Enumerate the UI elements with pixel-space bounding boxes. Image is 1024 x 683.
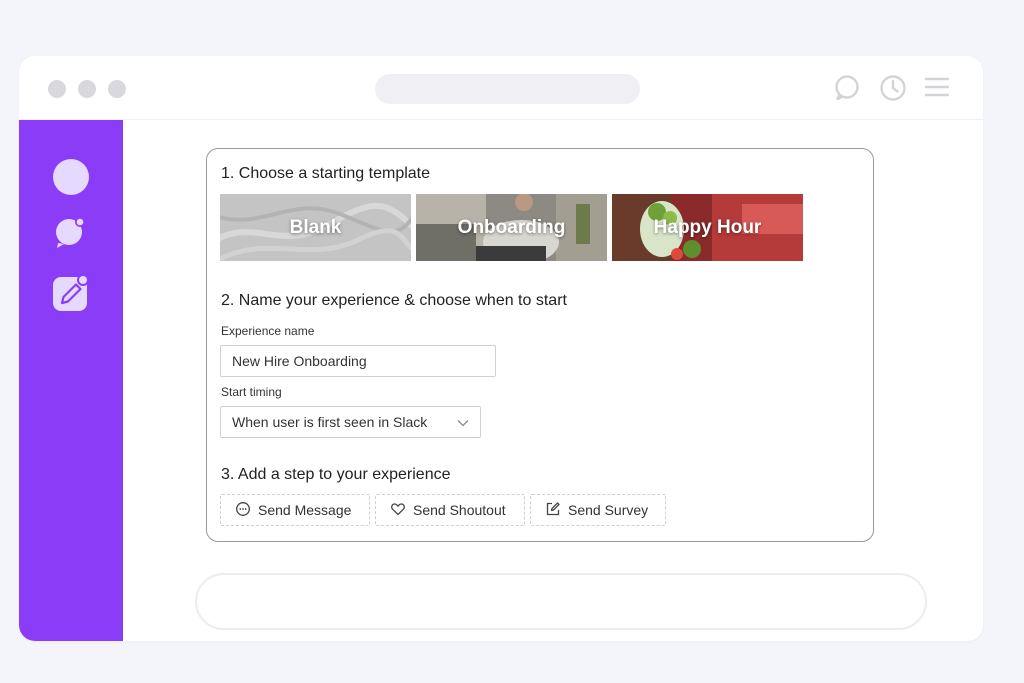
experience-form: 1. Choose a starting template Blank Onbo… bbox=[206, 148, 874, 542]
app-window: 1. Choose a starting template Blank Onbo… bbox=[19, 56, 983, 641]
experience-name-label: Experience name bbox=[221, 324, 315, 338]
send-shoutout-button[interactable]: Send Shoutout bbox=[375, 494, 525, 526]
message-icon bbox=[235, 501, 251, 520]
section-template-title: 1. Choose a starting template bbox=[221, 165, 431, 182]
window-dot-3[interactable] bbox=[108, 80, 126, 98]
template-blank-label: Blank bbox=[289, 216, 342, 238]
send-survey-button[interactable]: Send Survey bbox=[530, 494, 666, 526]
sidebar bbox=[19, 120, 123, 641]
window-dot-1[interactable] bbox=[48, 80, 66, 98]
edit-icon bbox=[545, 501, 561, 520]
heart-icon bbox=[390, 501, 406, 520]
send-message-label: Send Message bbox=[258, 502, 352, 518]
message-input[interactable] bbox=[195, 573, 927, 630]
start-timing-value: When user is first seen in Slack bbox=[232, 414, 428, 430]
section-steps-title: 3. Add a step to your experience bbox=[221, 466, 451, 483]
template-onboarding[interactable]: Onboarding bbox=[416, 194, 607, 261]
chat-notification-icon[interactable] bbox=[54, 216, 88, 255]
template-happy-hour[interactable]: Happy Hour bbox=[612, 194, 803, 261]
template-blank[interactable]: Blank bbox=[220, 194, 411, 261]
avatar-icon[interactable] bbox=[52, 158, 90, 201]
edit-notification-icon[interactable] bbox=[52, 274, 90, 317]
template-happy-hour-label: Happy Hour bbox=[653, 216, 762, 238]
send-message-button[interactable]: Send Message bbox=[220, 494, 370, 526]
menu-icon[interactable] bbox=[923, 74, 951, 102]
experience-name-input[interactable]: New Hire Onboarding bbox=[220, 345, 496, 377]
send-survey-label: Send Survey bbox=[568, 502, 649, 518]
clock-icon[interactable] bbox=[879, 74, 907, 102]
section-name-title: 2. Name your experience & choose when to… bbox=[221, 292, 567, 309]
title-bar bbox=[19, 56, 983, 120]
window-dot-2[interactable] bbox=[78, 80, 96, 98]
send-shoutout-label: Send Shoutout bbox=[413, 502, 506, 518]
chat-icon[interactable] bbox=[833, 74, 861, 102]
start-timing-label: Start timing bbox=[221, 385, 282, 399]
experience-name-value: New Hire Onboarding bbox=[232, 353, 367, 369]
start-timing-select[interactable]: When user is first seen in Slack bbox=[220, 406, 481, 438]
address-bar[interactable] bbox=[375, 74, 640, 104]
chevron-down-icon bbox=[457, 414, 469, 430]
template-onboarding-label: Onboarding bbox=[457, 216, 566, 238]
